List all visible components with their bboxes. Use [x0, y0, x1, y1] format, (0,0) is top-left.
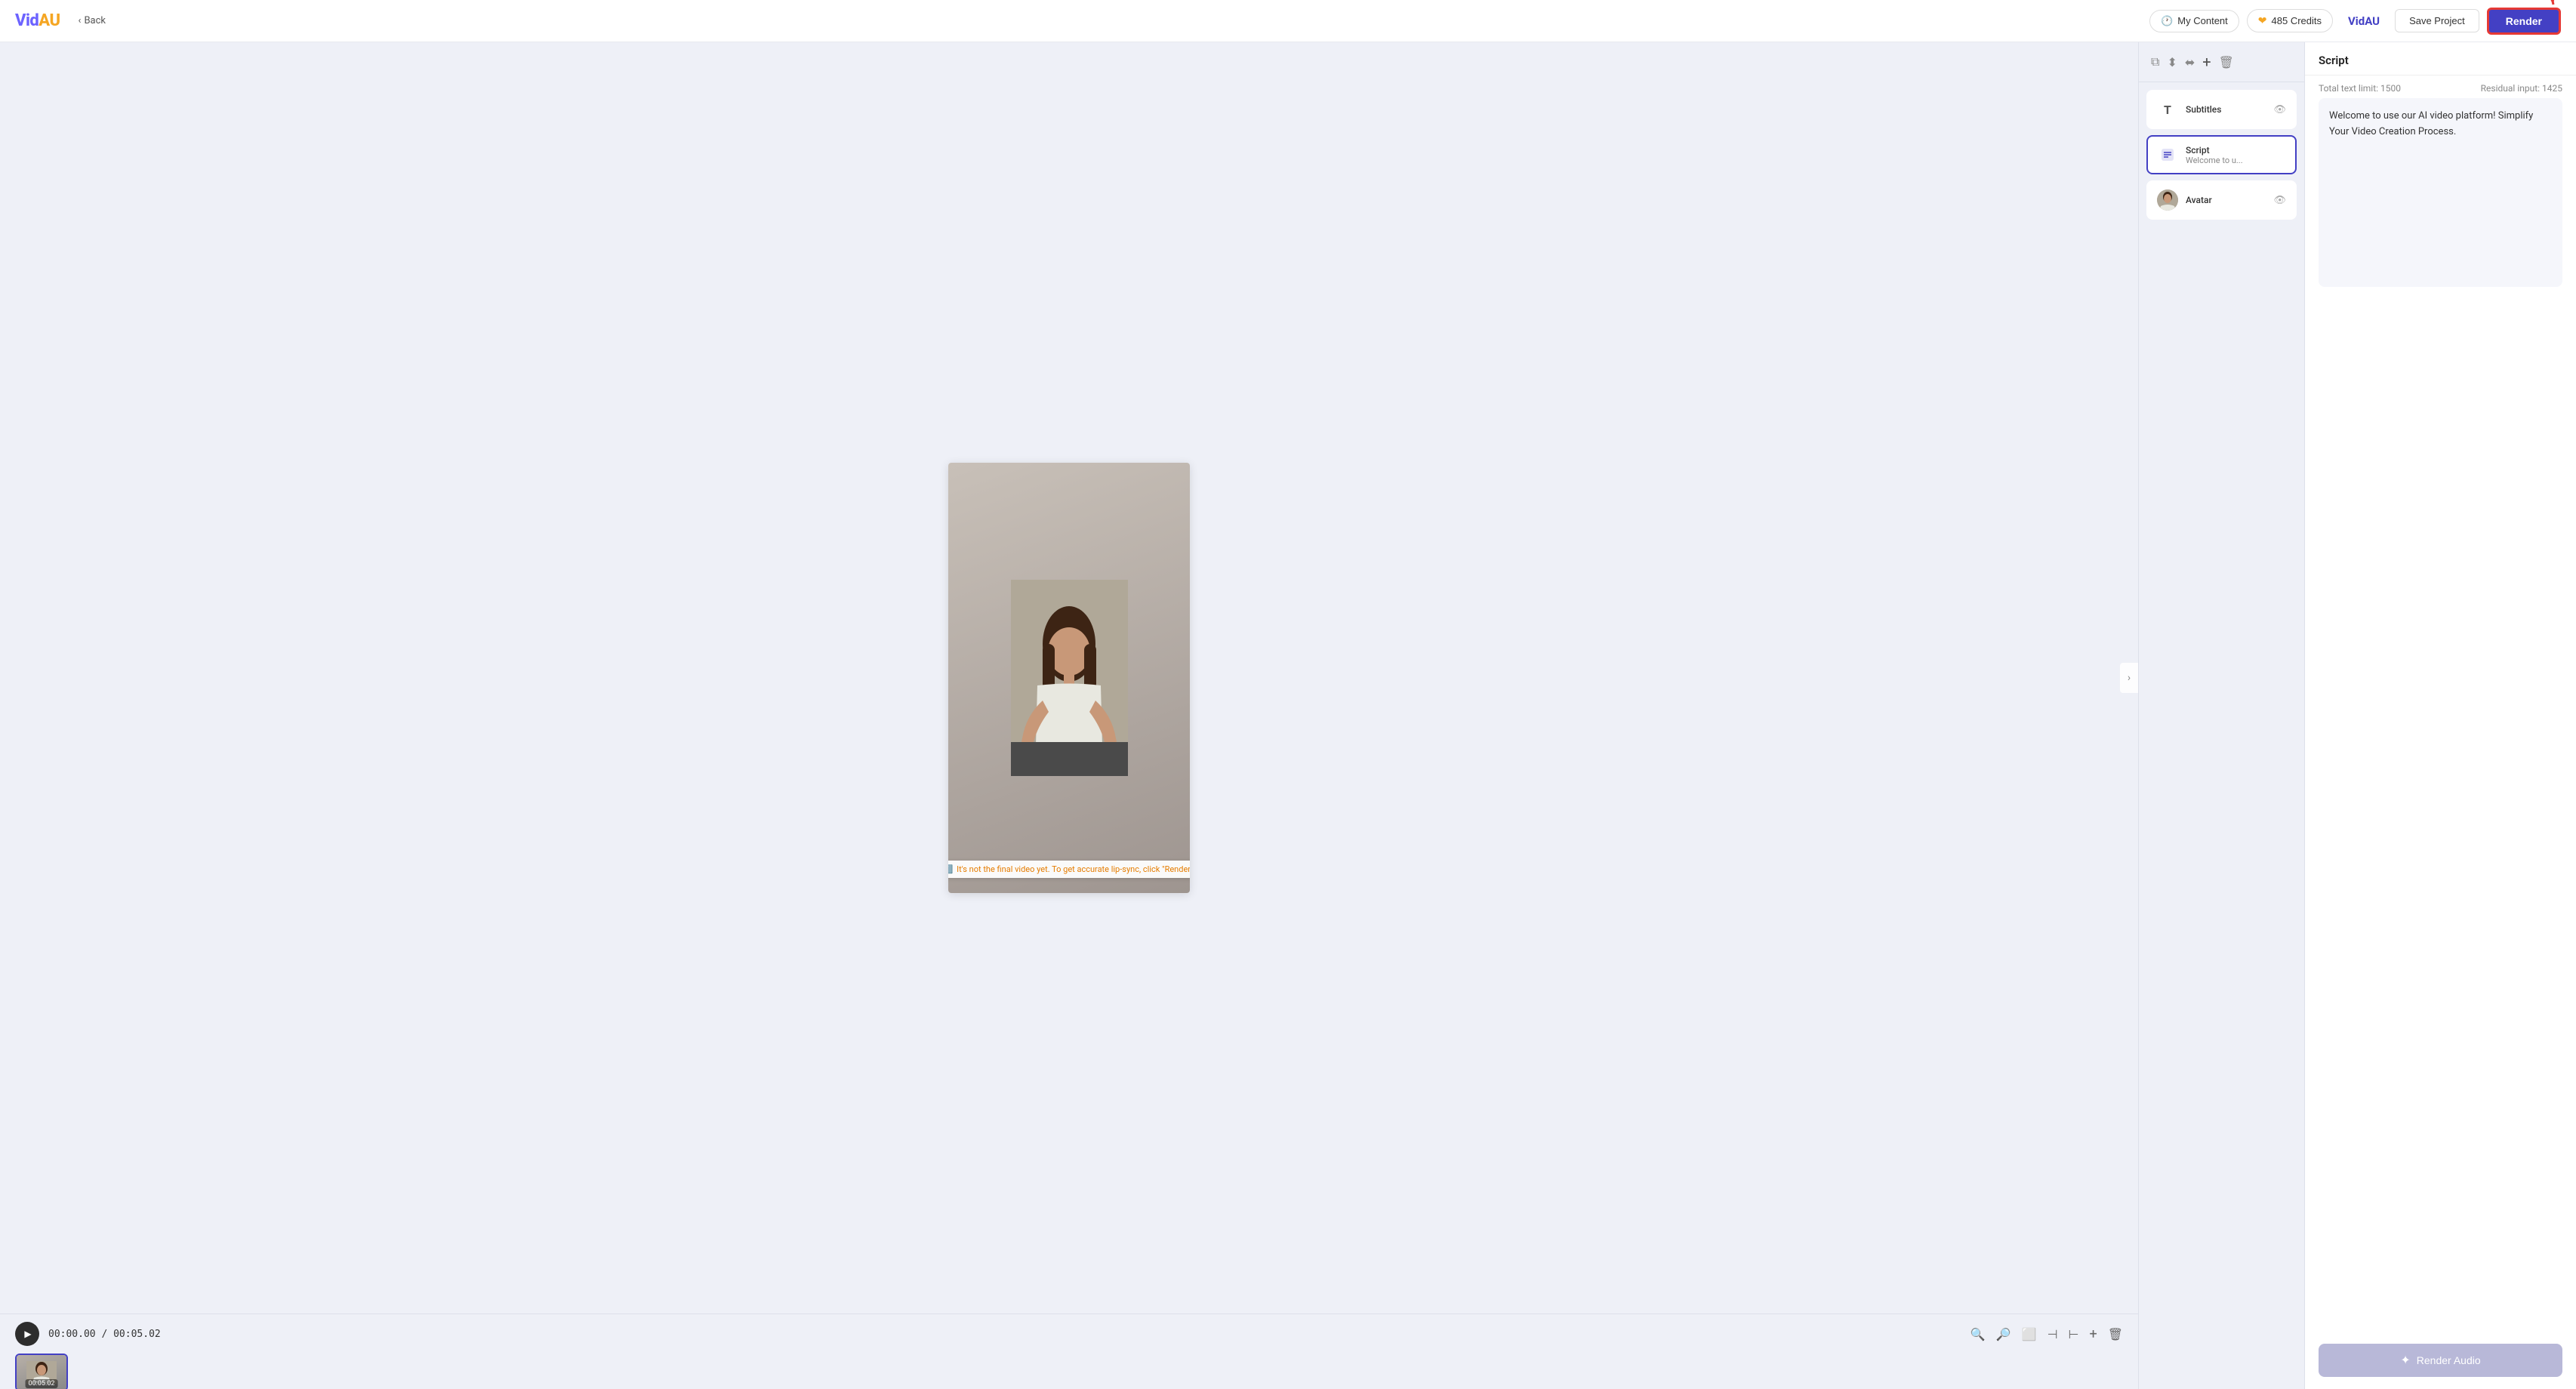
copy-icon[interactable]: ⧉: [2151, 54, 2159, 69]
warning-icon: ℹ️: [948, 864, 953, 874]
trim-left-icon[interactable]: ⊣: [2048, 1327, 2058, 1341]
script-panel-header: Script: [2305, 42, 2576, 75]
avatar-video: [948, 463, 1190, 893]
render-audio-button[interactable]: ✦ Render Audio: [2319, 1344, 2562, 1377]
layer-subtitles-text: Subtitles: [2186, 104, 2266, 115]
render-audio-label: Render Audio: [2417, 1354, 2481, 1366]
back-chevron-icon: ‹: [79, 15, 82, 26]
delete-layer-icon[interactable]: 🗑: [2219, 55, 2234, 69]
avatar-visibility-icon[interactable]: 👁: [2273, 195, 2286, 206]
subtitles-type-icon: T: [2157, 99, 2178, 120]
layer-avatar[interactable]: Avatar 👁: [2146, 180, 2297, 220]
zoom-out-icon[interactable]: 🔍: [1971, 1327, 1986, 1341]
canvas-area: ℹ️ It's not the final video yet. To get …: [0, 42, 2138, 1389]
play-icon: ▶: [24, 1329, 31, 1339]
thumb-duration: 00:05.02: [26, 1379, 58, 1388]
warning-banner: ℹ️ It's not the final video yet. To get …: [948, 861, 1190, 878]
right-sidebar: ⧉ ⬍ ⬌ + 🗑 T Subtitles 👁: [2138, 42, 2304, 1389]
play-button[interactable]: ▶: [15, 1322, 39, 1346]
credits-label: 485 Credits: [2272, 15, 2322, 26]
trim-right-icon[interactable]: ⊢: [2069, 1327, 2079, 1341]
zoom-in-icon[interactable]: 🔍: [1996, 1327, 2011, 1341]
align-icon[interactable]: ⬍: [2167, 55, 2177, 69]
time-display: 00:00.00 / 00:05.02: [48, 1329, 161, 1340]
canvas-frame: ℹ️ It's not the final video yet. To get …: [948, 463, 1190, 893]
render-btn-wrapper: Render: [2487, 8, 2561, 35]
credits-button[interactable]: ❤ 485 Credits: [2247, 9, 2333, 32]
header: VidAU ‹ Back 🕐 My Content ❤ 485 Credits …: [0, 0, 2576, 42]
canvas-expand-button[interactable]: ›: [2120, 663, 2138, 693]
script-layer-title: Script: [2186, 145, 2286, 156]
vidau-brand-label: VidAU: [2340, 11, 2387, 31]
layers-list: T Subtitles 👁 Script: [2139, 82, 2304, 1389]
timeline-controls: ▶ 00:00.00 / 00:05.02 🔍 🔍 ⬜ ⊣ ⊢ + 🗑: [0, 1314, 2138, 1354]
time-separator: /: [101, 1329, 113, 1340]
subtitles-title: Subtitles: [2186, 104, 2266, 115]
script-meta: Total text limit: 1500 Residual input: 1…: [2305, 75, 2576, 98]
avatar-thumbnail: [2157, 189, 2178, 211]
script-textarea[interactable]: [2319, 98, 2562, 287]
script-panel-title: Script: [2319, 54, 2349, 67]
layer-script-text: Script Welcome to u...: [2186, 145, 2286, 165]
render-button[interactable]: Render: [2487, 8, 2561, 35]
sidebar-tools: ⧉ ⬍ ⬌ + 🗑: [2139, 42, 2304, 82]
timeline-thumbnail[interactable]: 00:05.02: [15, 1354, 68, 1389]
layer-script[interactable]: Script Welcome to u...: [2146, 135, 2297, 174]
layer-avatar-text: Avatar: [2186, 195, 2266, 205]
delete-clip-icon[interactable]: 🗑: [2108, 1327, 2123, 1341]
logo: VidAU: [15, 11, 60, 30]
my-content-label: My Content: [2177, 15, 2227, 26]
layer-subtitles[interactable]: T Subtitles 👁: [2146, 90, 2297, 129]
total-text-limit: Total text limit: 1500: [2319, 83, 2401, 94]
avatar-layer-title: Avatar: [2186, 195, 2266, 205]
timeline-tools: 🔍 🔍 ⬜ ⊣ ⊢ + 🗑: [1971, 1326, 2123, 1342]
avatar-figure: [1011, 580, 1128, 776]
time-current: 00:00.00: [48, 1329, 96, 1340]
timeline-track-area: 00:05.02: [0, 1354, 2138, 1389]
distribute-icon[interactable]: ⬌: [2185, 55, 2195, 69]
add-layer-icon[interactable]: +: [2202, 53, 2211, 71]
credits-icon: ❤: [2258, 14, 2267, 27]
render-audio-stars-icon: ✦: [2400, 1353, 2410, 1368]
my-content-icon: 🕐: [2161, 15, 2173, 27]
subtitles-visibility-icon[interactable]: 👁: [2273, 104, 2286, 115]
script-type-icon: [2157, 144, 2178, 165]
script-panel: Script Total text limit: 1500 Residual i…: [2304, 42, 2576, 1389]
warning-text: It's not the final video yet. To get acc…: [957, 864, 1190, 874]
residual-input: Residual input: 1425: [2481, 83, 2562, 94]
back-button[interactable]: ‹ Back: [79, 15, 106, 26]
timeline-area: ▶ 00:00.00 / 00:05.02 🔍 🔍 ⬜ ⊣ ⊢ + 🗑: [0, 1314, 2138, 1389]
header-right: 🕐 My Content ❤ 485 Credits VidAU Save Pr…: [2149, 8, 2561, 35]
back-label: Back: [84, 15, 106, 26]
my-content-button[interactable]: 🕐 My Content: [2149, 10, 2239, 32]
main-layout: ℹ️ It's not the final video yet. To get …: [0, 42, 2576, 1389]
save-project-label: Save Project: [2409, 15, 2465, 26]
script-textarea-wrap: [2305, 98, 2576, 1344]
canvas-content: ℹ️ It's not the final video yet. To get …: [0, 42, 2138, 1314]
script-layer-subtitle: Welcome to u...: [2186, 156, 2286, 165]
fit-view-icon[interactable]: ⬜: [2022, 1327, 2037, 1341]
save-project-button[interactable]: Save Project: [2395, 9, 2479, 32]
add-clip-icon[interactable]: +: [2089, 1326, 2097, 1342]
time-total: 00:05.02: [113, 1329, 161, 1340]
render-label: Render: [2506, 15, 2542, 27]
